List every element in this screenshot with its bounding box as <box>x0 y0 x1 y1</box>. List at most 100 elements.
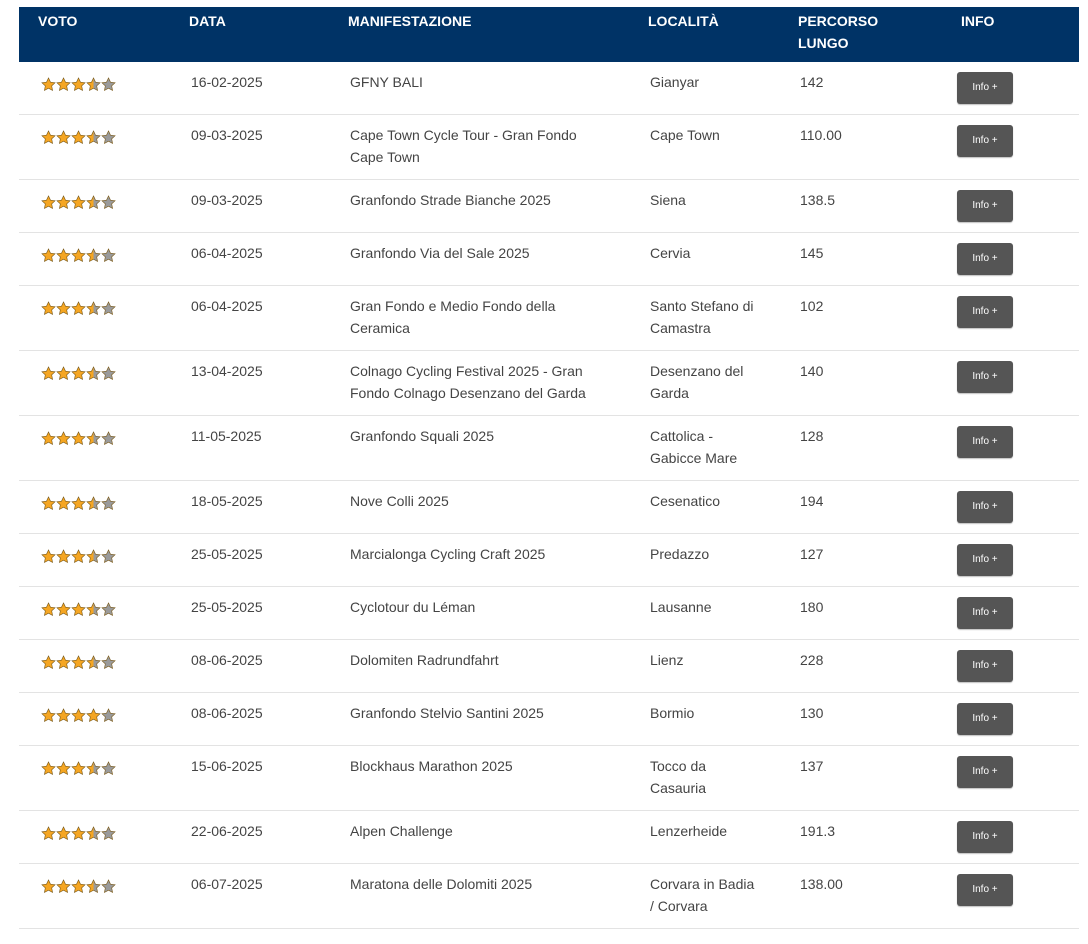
distance-cell: 138.5 <box>800 192 836 208</box>
info-button[interactable]: Info + <box>957 125 1013 157</box>
star-icon <box>56 301 71 316</box>
star-icon <box>41 496 56 511</box>
location-cell: Lienz <box>650 649 683 671</box>
info-button[interactable]: Info + <box>957 243 1013 275</box>
info-button[interactable]: Info + <box>957 361 1013 393</box>
info-button[interactable]: Info + <box>957 874 1013 906</box>
location-cell-line: Santo Stefano di <box>650 298 754 314</box>
header-percorso-lungo[interactable]: PERCORSO LUNGO <box>798 10 878 54</box>
info-button[interactable]: Info + <box>957 650 1013 682</box>
star-icon <box>101 431 116 446</box>
location-cell: Cape Town <box>650 124 720 146</box>
date-cell: 06-04-2025 <box>191 245 263 261</box>
date-cell: 15-06-2025 <box>191 758 263 774</box>
location-cell: Cattolica - Gabicce Mare <box>650 425 737 469</box>
event-name-cell: Gran Fondo e Medio Fondo della Ceramica <box>350 295 555 339</box>
event-name-cell-line: Gran Fondo e Medio Fondo della <box>350 298 556 314</box>
star-icon <box>71 195 86 210</box>
star-icon <box>101 655 116 670</box>
star-icon <box>41 879 56 894</box>
location-cell: Desenzano del Garda <box>650 360 743 404</box>
event-name-cell-line: Cape Town Cycle Tour - Gran Fondo <box>350 127 577 143</box>
date-cell: 22-06-2025 <box>191 823 263 839</box>
info-button[interactable]: Info + <box>957 544 1013 576</box>
star-icon <box>41 549 56 564</box>
star-icon <box>101 301 116 316</box>
info-button[interactable]: Info + <box>957 491 1013 523</box>
date-cell: 11-05-2025 <box>191 428 262 444</box>
distance-cell: 110.00 <box>800 127 842 143</box>
star-icon <box>41 301 56 316</box>
distance-cell: 191.3 <box>800 823 836 839</box>
star-icon <box>86 130 101 145</box>
table-row: 08-06-2025 Granfondo Stelvio Santini 2025… <box>19 693 1079 746</box>
event-name-cell-line: Dolomiten Radrundfahrt <box>350 652 499 668</box>
star-icon <box>101 130 116 145</box>
star-icon <box>86 826 101 841</box>
table-row: 08-06-2025 Dolomiten Radrundfahrt Lienz 228… <box>19 640 1079 693</box>
star-icon <box>101 879 116 894</box>
header-voto[interactable]: VOTO <box>38 10 77 32</box>
distance-cell: 127 <box>800 546 824 562</box>
header-manifestazione[interactable]: MANIFESTAZIONE <box>348 10 471 32</box>
info-button[interactable]: Info + <box>957 703 1013 735</box>
star-icon <box>101 826 116 841</box>
location-cell-line: / Corvara <box>650 898 708 914</box>
date-cell: 06-07-2025 <box>191 876 263 892</box>
star-icon <box>101 708 116 723</box>
info-button[interactable]: Info + <box>957 190 1013 222</box>
table-row: 09-03-2025 Cape Town Cycle Tour - Gran Fo… <box>19 115 1079 180</box>
location-cell-line: Gabicce Mare <box>650 450 738 466</box>
info-button[interactable]: Info + <box>957 296 1013 328</box>
table-row: 09-03-2025 Granfondo Strade Bianche 2025 S… <box>19 180 1079 233</box>
star-icon <box>41 602 56 617</box>
star-icon <box>56 77 71 92</box>
distance-cell: 145 <box>800 245 824 261</box>
star-icon <box>101 366 116 381</box>
header-localita[interactable]: LOCALITÀ <box>648 10 719 32</box>
rating-stars <box>41 602 116 617</box>
star-icon <box>86 496 101 511</box>
info-button[interactable]: Info + <box>957 597 1013 629</box>
event-name-cell-line: Alpen Challenge <box>350 823 453 839</box>
location-cell-line: Lausanne <box>650 599 712 615</box>
info-button[interactable]: Info + <box>957 426 1013 458</box>
table-row: 11-05-2025 Granfondo Squali 2025 Cattolica… <box>19 416 1079 481</box>
info-button[interactable]: Info + <box>957 756 1013 788</box>
table-row: 06-04-2025 Gran Fondo e Medio Fondo della… <box>19 286 1079 351</box>
star-icon <box>101 761 116 776</box>
location-cell: Cervia <box>650 242 690 264</box>
location-cell-line: Corvara in Badia <box>650 876 755 892</box>
info-button[interactable]: Info + <box>957 821 1013 853</box>
location-cell-line: Predazzo <box>650 546 710 562</box>
rating-stars <box>41 496 116 511</box>
date-cell: 13-04-2025 <box>191 363 263 379</box>
rating-stars <box>41 826 116 841</box>
star-icon <box>86 655 101 670</box>
star-icon <box>86 366 101 381</box>
location-cell: Gianyar <box>650 71 699 93</box>
event-name-cell: Granfondo Stelvio Santini 2025 <box>350 702 544 724</box>
star-icon <box>71 130 86 145</box>
star-icon <box>71 826 86 841</box>
date-cell: 25-05-2025 <box>191 546 263 562</box>
star-icon <box>56 195 71 210</box>
location-cell-line: Camastra <box>650 320 711 336</box>
event-name-cell-line: Nove Colli 2025 <box>350 493 449 509</box>
distance-cell: 180 <box>800 599 824 615</box>
distance-cell: 140 <box>800 363 824 379</box>
distance-cell: 138.00 <box>800 876 843 892</box>
table-row: 16-02-2025 GFNY BALI Gianyar 142 Info + <box>19 62 1079 115</box>
table-row: 25-05-2025 Marcialonga Cycling Craft 2025… <box>19 534 1079 587</box>
location-cell-line: Siena <box>650 192 686 208</box>
star-icon <box>71 879 86 894</box>
event-name-cell: Nove Colli 2025 <box>350 490 449 512</box>
rating-stars <box>41 549 116 564</box>
distance-cell: 194 <box>800 493 824 509</box>
star-icon <box>56 761 71 776</box>
star-icon <box>41 195 56 210</box>
info-button[interactable]: Info + <box>957 72 1013 104</box>
table-row: 13-04-2025 Colnago Cycling Festival 2025 … <box>19 351 1079 416</box>
star-icon <box>56 366 71 381</box>
header-data[interactable]: DATA <box>189 10 226 32</box>
